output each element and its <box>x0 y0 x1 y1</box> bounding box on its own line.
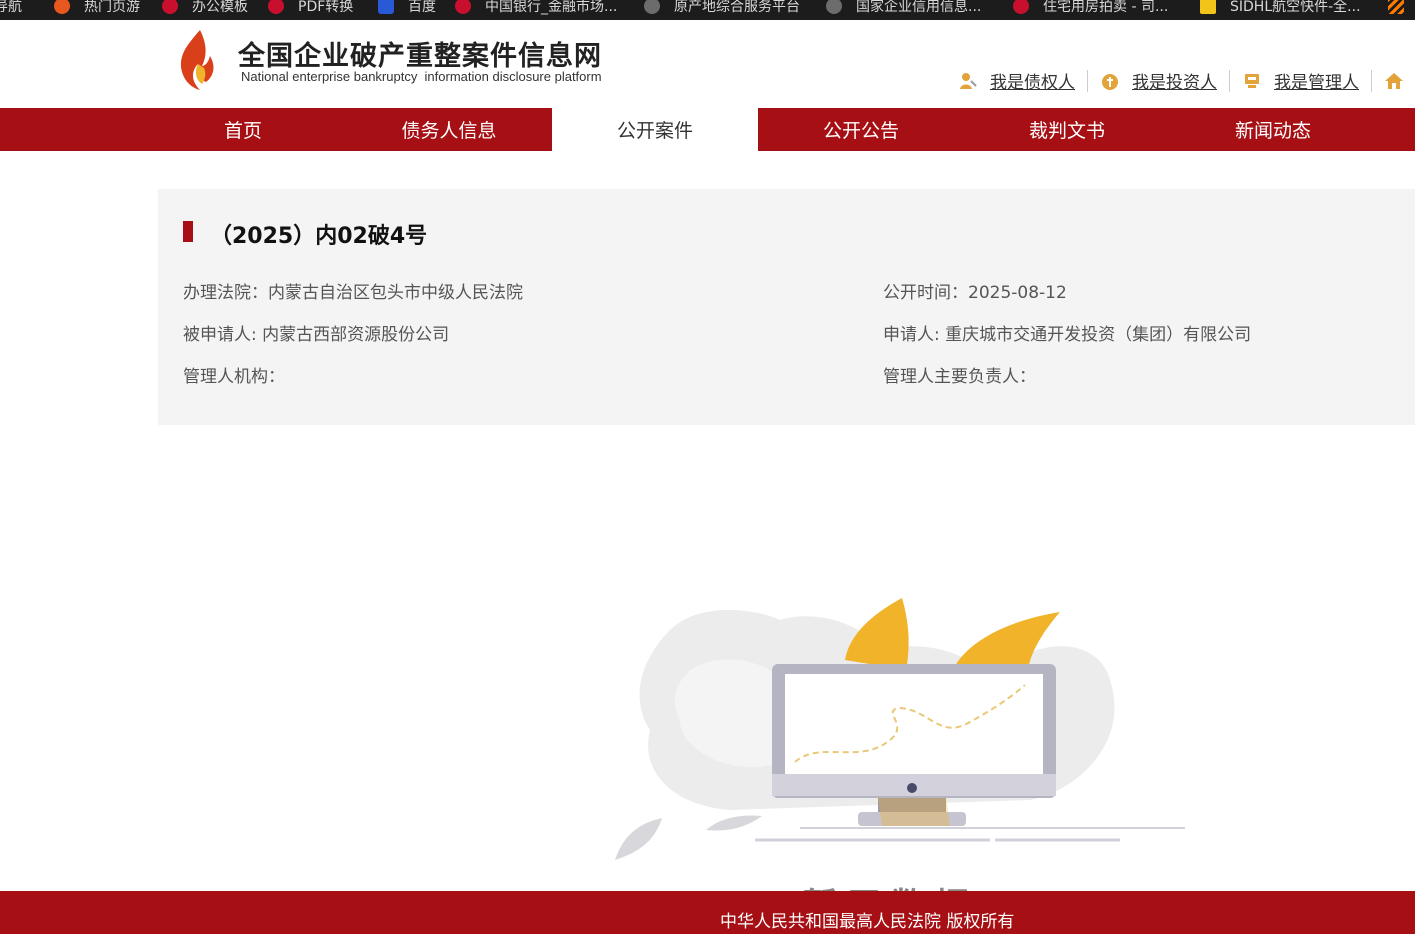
bookmark-label: 住宅用房拍卖 - 司... <box>1043 0 1169 15</box>
overflow-icon <box>1388 0 1404 14</box>
bookmark-item[interactable]: 导航 <box>0 0 22 16</box>
auction-icon <box>1013 0 1029 14</box>
investor-link[interactable]: 我是投资人 <box>1100 68 1229 93</box>
creditor-link[interactable]: 我是债权人 <box>958 68 1087 93</box>
bookmark-label: 办公模板 <box>192 0 248 15</box>
site-footer: 中华人民共和国最高人民法院 版权所有 <box>0 891 1415 934</box>
site-title[interactable]: 全国企业破产重整案件信息网 <box>238 34 602 73</box>
nav-judgments[interactable]: 裁判文书 <box>964 108 1170 151</box>
nav-public-cases[interactable]: 公开案件 <box>552 108 758 151</box>
empty-state-illustration <box>615 598 1185 860</box>
court-field: 办理法院：内蒙古自治区包头市中级人民法院 <box>183 278 523 303</box>
nav-debtor-info[interactable]: 债务人信息 <box>346 108 552 151</box>
bookmark-item[interactable]: 住宅用房拍卖 - 司... <box>1013 0 1168 16</box>
bookmark-label: SIDHL航空快件-全... <box>1230 0 1361 15</box>
red-logo-icon <box>268 0 284 14</box>
manager-link[interactable]: 我是管理人 <box>1242 68 1371 93</box>
dhl-icon <box>1200 0 1216 14</box>
main-nav: 首页 债务人信息 公开案件 公开公告 裁判文书 新闻动态 <box>0 108 1415 151</box>
bookmark-label: 原产地综合服务平台 <box>674 0 800 15</box>
applicant-label: 申请人: <box>883 325 946 345</box>
date-field: 公开时间：2025-08-12 <box>883 278 1067 303</box>
bookmark-label: 国家企业信用信息... <box>856 0 982 15</box>
bookmark-item[interactable]: PDF转换 <box>268 0 353 16</box>
divider <box>1229 69 1230 92</box>
boc-icon <box>455 0 471 14</box>
investor-label: 我是投资人 <box>1132 73 1217 93</box>
divider <box>1371 69 1372 92</box>
court-label: 办理法院： <box>183 283 268 303</box>
applicant-value: 重庆城市交通开发投资（集团）有限公司 <box>945 325 1252 345</box>
bookmark-item[interactable]: 国家企业信用信息... <box>826 0 981 16</box>
respondent-value: 内蒙古西部资源股份公司 <box>262 325 450 345</box>
divider <box>1087 69 1088 92</box>
admin-head-field: 管理人主要负责人： <box>883 362 1036 387</box>
role-links: 我是债权人 我是投资人 我是管理人 <box>958 68 1404 93</box>
date-value: 2025-08-12 <box>968 283 1067 303</box>
bookmark-item[interactable]: SIDHL航空快件-全... <box>1200 0 1361 16</box>
title-marker <box>183 221 193 242</box>
home-icon[interactable] <box>1384 72 1404 90</box>
admin-org-field: 管理人机构： <box>183 362 285 387</box>
respondent-field: 被申请人: 内蒙古西部资源股份公司 <box>183 320 449 345</box>
creditor-icon <box>960 72 977 89</box>
nav-home[interactable]: 首页 <box>140 108 346 151</box>
site-subtitle: National enterprise bankruptcy informati… <box>241 69 602 84</box>
bookmark-item[interactable]: 原产地综合服务平台 <box>644 0 800 16</box>
bookmark-item[interactable]: 百度 <box>378 0 436 16</box>
investor-icon <box>1102 73 1118 90</box>
case-title: （2025）内02破4号 <box>210 224 428 249</box>
bookmark-item[interactable]: 办公模板 <box>162 0 248 16</box>
admin-org-label: 管理人机构： <box>183 367 285 387</box>
footer-copyright: 中华人民共和国最高人民法院 版权所有 <box>720 912 1015 932</box>
respondent-label: 被申请人: <box>183 325 263 345</box>
baidu-icon <box>378 0 394 14</box>
nav-public-notices[interactable]: 公开公告 <box>758 108 964 151</box>
orange-logo-icon <box>54 0 70 14</box>
manager-label: 我是管理人 <box>1274 73 1359 93</box>
bookmark-item[interactable]: 中国银行_金融市场... <box>455 0 617 16</box>
manager-icon <box>1245 73 1259 88</box>
bookmark-item[interactable]: 热门页游 <box>54 0 140 16</box>
case-card: （2025）内02破4号 办理法院：内蒙古自治区包头市中级人民法院 公开时间：2… <box>158 189 1415 425</box>
bookmark-label: PDF转换 <box>298 0 354 15</box>
flame-logo-icon[interactable] <box>176 28 220 92</box>
applicant-field: 申请人: 重庆城市交通开发投资（集团）有限公司 <box>883 320 1251 345</box>
bookmark-label: 中国银行_金融市场... <box>485 0 618 15</box>
bookmark-label: 导航 <box>0 0 22 15</box>
bookmark-overflow[interactable] <box>1388 0 1415 16</box>
site-header: 全国企业破产重整案件信息网 National enterprise bankru… <box>0 20 1415 108</box>
bookmarks-bar: 导航 热门页游 办公模板 PDF转换 百度 中国银行_金融市场... 原产地综合… <box>0 0 1415 20</box>
globe-icon <box>826 0 842 14</box>
creditor-label: 我是债权人 <box>990 73 1075 93</box>
bookmark-label: 百度 <box>408 0 436 15</box>
red-logo-icon <box>162 0 178 14</box>
court-value: 内蒙古自治区包头市中级人民法院 <box>268 283 523 303</box>
nav-news[interactable]: 新闻动态 <box>1170 108 1376 151</box>
admin-head-label: 管理人主要负责人： <box>883 367 1036 387</box>
bookmark-label: 热门页游 <box>84 0 140 15</box>
globe-icon <box>644 0 660 14</box>
date-label: 公开时间： <box>883 283 968 303</box>
